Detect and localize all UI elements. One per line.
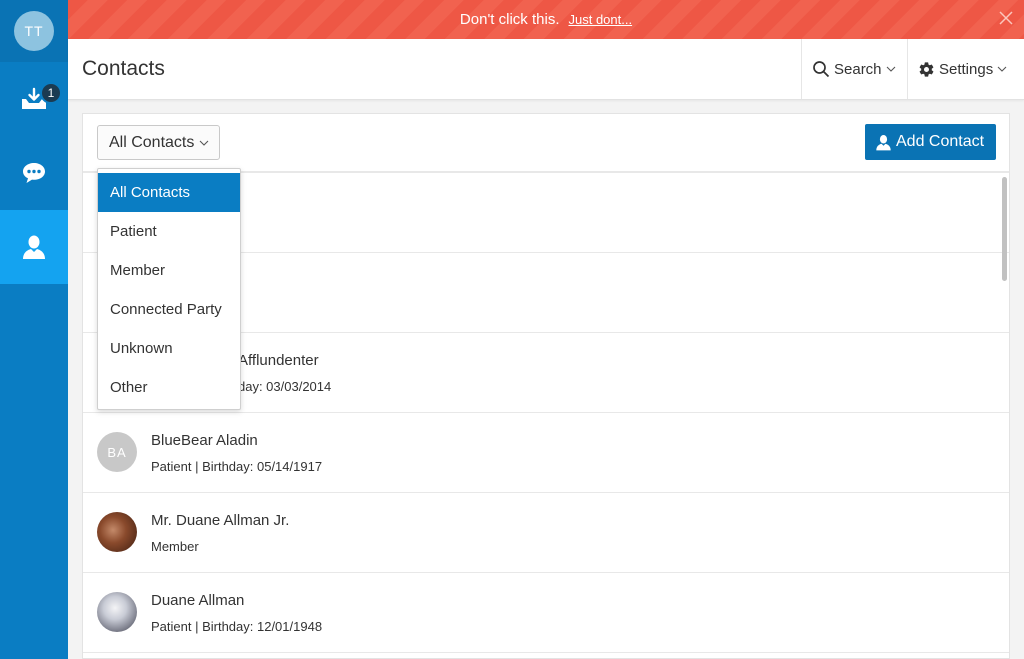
- filter-option-other[interactable]: Other: [98, 368, 240, 407]
- contact-name: Mr. Duane Allman Jr.: [151, 512, 290, 529]
- page-title: Contacts: [82, 57, 165, 80]
- add-contact-button[interactable]: Add Contact: [865, 124, 996, 160]
- filter-label: All Contacts: [109, 133, 195, 151]
- search-button[interactable]: Search: [801, 39, 907, 99]
- filter-option-patient[interactable]: Patient: [98, 212, 240, 251]
- avatar-photo: [97, 592, 137, 632]
- banner-text: Don't click this.: [459, 11, 560, 28]
- contact-name: BlueBear Aladin: [151, 432, 258, 449]
- contact-person-icon: [23, 235, 45, 259]
- contact-name: Duane Allman: [151, 592, 245, 609]
- inbox-badge: 1: [40, 82, 62, 104]
- chat-bubble-icon: [23, 163, 45, 183]
- avatar-photo: [97, 512, 137, 552]
- contact-filter-dropdown[interactable]: All Contacts: [97, 125, 220, 160]
- list-item[interactable]: Mr. Duane Allman Jr. Member: [83, 493, 1009, 573]
- chevron-down-icon: [199, 140, 209, 146]
- filter-option-all-contacts[interactable]: All Contacts: [98, 173, 240, 212]
- search-icon: [813, 61, 830, 78]
- contact-meta: Member: [151, 539, 199, 554]
- contact-meta: Patient | Birthday: 05/14/1917: [151, 459, 323, 474]
- list-item[interactable]: Duane Allman Patient | Birthday: 12/01/1…: [83, 573, 1009, 653]
- search-label: Search: [834, 60, 882, 78]
- gear-icon: [919, 61, 934, 77]
- filter-option-connected-party[interactable]: Connected Party: [98, 290, 240, 329]
- chevron-down-icon: [997, 66, 1007, 72]
- user-avatar-area[interactable]: TT: [0, 0, 68, 62]
- list-item[interactable]: BA BlueBear Aladin Patient | Birthday: 0…: [83, 413, 1009, 493]
- person-icon: [876, 134, 891, 150]
- contact-filter-menu: All Contacts Patient Member Connected Pa…: [97, 168, 241, 410]
- add-contact-label: Add Contact: [896, 133, 985, 150]
- filter-option-unknown[interactable]: Unknown: [98, 329, 240, 368]
- contact-meta: day: 03/03/2014: [238, 379, 332, 394]
- list-scrollbar[interactable]: [1002, 177, 1007, 281]
- sidebar-item-contacts[interactable]: [0, 210, 68, 284]
- sidebar-item-messages[interactable]: [0, 136, 68, 210]
- user-avatar[interactable]: TT: [14, 11, 54, 51]
- settings-label: Settings: [939, 60, 994, 78]
- contacts-toolbar: All Contacts Add Contact: [83, 114, 1009, 173]
- contact-name: Afflundenter: [238, 352, 319, 369]
- sidebar-item-inbox[interactable]: 1: [0, 62, 68, 136]
- sidebar: TT 1: [0, 0, 68, 659]
- banner-link[interactable]: Just dont...: [568, 12, 632, 27]
- settings-button[interactable]: Settings: [907, 39, 1024, 99]
- warning-banner: Don't click this. Just dont...: [68, 0, 1024, 39]
- avatar: BA: [97, 432, 137, 472]
- filter-option-member[interactable]: Member: [98, 251, 240, 290]
- page-header: Contacts Search Settings: [68, 39, 1024, 100]
- close-icon[interactable]: [998, 10, 1014, 26]
- contact-meta: Patient | Birthday: 12/01/1948: [151, 619, 323, 634]
- chevron-down-icon: [886, 66, 895, 72]
